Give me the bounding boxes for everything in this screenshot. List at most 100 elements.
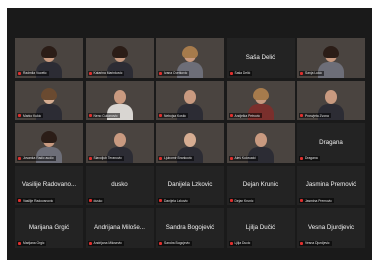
participant-label: dusko [87,198,105,203]
participant-tile[interactable]: Ivana Cvetkovic [156,38,224,78]
mic-muted-icon [159,156,162,160]
participant-label-text: Neno Cukanovic [93,113,118,118]
mic-muted-icon [300,156,303,160]
participant-label: Andjelka Petrovic [228,113,262,118]
participant-tile[interactable]: Sanja Lukic [297,38,365,78]
participant-label: Jasmina Premovic [299,198,334,203]
participant-tile[interactable]: Ljubomir Brankovic [156,123,224,163]
participant-label-text: Vasilije Radovanovic [23,198,54,203]
mic-muted-icon [300,114,303,117]
participant-tile[interactable]: Dejan Krunic Dejan Krunic [226,165,295,205]
participant-label-text: Saša Delić [234,71,251,75]
participant-tile[interactable]: Neno Cukanovic [85,80,154,120]
mic-muted-icon [88,71,92,75]
participant-label-text: Slavoljub Teranovic [93,156,122,160]
participant-label-text: Jovanka Radic audio [23,156,54,160]
mic-muted-icon [18,114,21,117]
participant-label: Ljilja Ducic [228,240,253,246]
participant-tile[interactable]: Slavoljub Teranovic [85,123,154,163]
participant-label: Neno Cukanovic [87,113,120,118]
participant-label-text: Nebojsa Kostic [164,113,186,118]
mic-muted-icon [88,156,92,160]
participant-label-text: Marijana Grgic [23,241,45,245]
participant-label-text: Ivana Cvetkovic [164,71,188,75]
participant-tile[interactable]: Vesna Djurdjevic Vesna Djurdjevic [297,208,365,248]
participant-tile[interactable]: Sandra Bogojević Sandra Bogojevic [156,208,224,248]
mic-muted-icon [88,199,92,202]
participant-name: Andrijana Miloše... [94,223,145,231]
participant-label: Andrijana Milosevic [87,240,124,246]
participant-label: Sandra Bogojevic [158,240,192,246]
participant-name: Danijela Lzkovic [167,181,213,189]
mic-muted-icon [300,241,303,245]
participant-label: Marijana Grgic [17,240,47,246]
participant-grid: Radmila Vucetic Katarina Marinkovic Ivan… [15,38,365,252]
participant-label-text: Dejan Krunic [234,198,254,203]
mic-muted-icon [88,114,92,117]
participant-label-text: Prosvjeta Zvona [305,113,329,118]
participant-tile[interactable]: Marko Kukic [15,80,83,120]
participant-label: Sanja Lukic [299,70,325,76]
participant-tile[interactable]: Jovanka Radic audio [15,123,83,163]
mic-muted-icon [159,114,162,117]
participant-label: Vesna Djurdjevic [299,240,332,246]
participant-label-text: Sandra Bogojevic [164,241,190,245]
participant-tile[interactable]: Vasilije Radovano... Vasilije Radovanovi… [15,165,83,205]
participant-tile[interactable]: Marijana Grgić Marijana Grgic [15,208,83,248]
mic-muted-icon [229,71,233,75]
participant-label-text: Dragana [305,156,318,160]
participant-tile[interactable]: Jasmina Premović Jasmina Premovic [297,165,365,205]
participant-label-text: Jasmina Premovic [305,198,332,203]
mic-muted-icon [159,241,162,245]
participant-tile[interactable]: Danijela Lzkovic Danijela Lzkovic [156,165,224,205]
participant-label-text: Vesna Djurdjevic [305,241,330,245]
participant-name: Jasmina Premović [305,181,357,189]
participant-tile[interactable]: Aleš Kulovacić [226,123,295,163]
participant-tile[interactable]: Saša Delić Saša Delić [226,38,295,78]
top-bar [7,8,372,36]
participant-name: Marijana Grgić [28,223,70,231]
mic-muted-icon [229,156,233,160]
mic-muted-icon [300,199,303,202]
participant-tile[interactable]: dusko dusko [85,165,154,205]
participant-tile[interactable]: Radmila Vucetic [15,38,83,78]
participant-tile[interactable]: Katarina Marinkovic [85,38,154,78]
mic-muted-icon [159,199,162,202]
participant-label-text: Danijela Lzkovic [164,198,188,203]
meeting-window: Radmila Vucetic Katarina Marinkovic Ivan… [7,8,372,260]
mic-muted-icon [300,71,303,75]
bottom-bar [7,252,372,260]
mic-muted-icon [88,241,92,245]
participant-label: Ljubomir Brankovic [158,155,195,161]
mic-muted-icon [18,156,21,160]
participant-label: Katarina Marinkovic [87,70,125,76]
participant-label: Jovanka Radic audio [17,155,56,161]
participant-name: Vasilije Radovano... [21,181,77,189]
participant-label: Danijela Lzkovic [158,198,190,203]
participant-tile[interactable]: Nebojsa Kostic [156,80,224,120]
participant-tile[interactable]: Ljilja Dučić Ljilja Ducic [226,208,295,248]
participant-tile[interactable]: Andjelka Petrovic [226,80,295,120]
participant-label-text: Ljilja Ducic [234,241,251,245]
participant-label-text: dusko [93,198,103,203]
mic-muted-icon [229,199,233,202]
mic-muted-icon [159,71,162,75]
participant-label: Dragana [299,155,320,161]
participant-name: Dragana [319,138,343,146]
participant-tile[interactable]: Andrijana Miloše... Andrijana Milosevic [85,208,154,248]
participant-name: Sandra Bogojević [165,223,215,231]
mic-muted-icon [229,241,233,245]
participant-label-text: Sanja Lukic [305,71,323,75]
participant-label: Radmila Vucetic [17,70,49,76]
participant-label-text: Ljubomir Brankovic [164,156,193,160]
mic-muted-icon [229,114,233,117]
participant-name: dusko [111,181,128,189]
participant-label-text: Marko Kukic [23,113,42,118]
participant-label-text: Aleš Kulovacić [234,156,256,160]
participant-label-text: Radmila Vucetic [23,71,47,75]
mic-muted-icon [18,71,21,75]
participant-tile[interactable]: Dragana Dragana [297,123,365,163]
participant-label: Saša Delić [228,70,253,76]
participant-tile[interactable]: Prosvjeta Zvona [297,80,365,120]
participant-label-text: Katarina Marinkovic [93,71,123,75]
